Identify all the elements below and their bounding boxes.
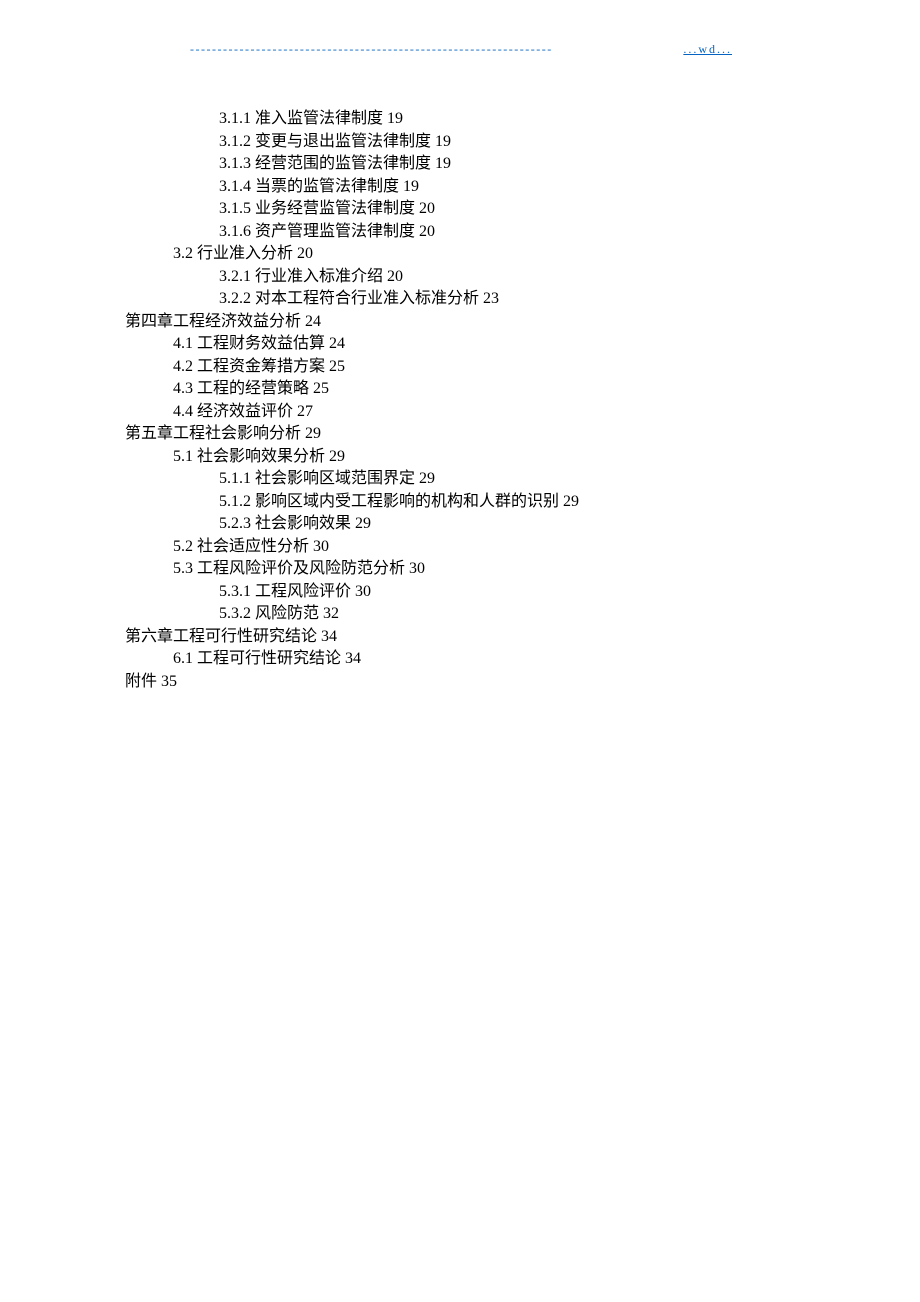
toc-entry: 5.1 社会影响效果分析 29 xyxy=(125,446,579,469)
page-header: ----------------------------------------… xyxy=(190,42,732,57)
toc-entry: 第六章工程可行性研究结论 34 xyxy=(125,626,579,649)
toc-entry: 附件 35 xyxy=(125,671,579,694)
toc-entry: 3.1.4 当票的监管法律制度 19 xyxy=(125,176,579,199)
toc-entry: 3.2 行业准入分析 20 xyxy=(125,243,579,266)
toc-entry: 第五章工程社会影响分析 29 xyxy=(125,423,579,446)
toc-entry: 4.4 经济效益评价 27 xyxy=(125,401,579,424)
toc-entry: 3.1.5 业务经营监管法律制度 20 xyxy=(125,198,579,221)
header-wd-label: ...wd... xyxy=(683,42,732,57)
toc-entry: 4.1 工程财务效益估算 24 xyxy=(125,333,579,356)
toc-entry: 5.1.1 社会影响区域范围界定 29 xyxy=(125,468,579,491)
toc-entry: 3.1.2 变更与退出监管法律制度 19 xyxy=(125,131,579,154)
toc-entry: 5.1.2 影响区域内受工程影响的机构和人群的识别 29 xyxy=(125,491,579,514)
toc-entry: 4.3 工程的经营策略 25 xyxy=(125,378,579,401)
toc-entry: 第四章工程经济效益分析 24 xyxy=(125,311,579,334)
toc-entry: 4.2 工程资金筹措方案 25 xyxy=(125,356,579,379)
toc-entry: 3.1.6 资产管理监管法律制度 20 xyxy=(125,221,579,244)
toc-content: 3.1.1 准入监管法律制度 19 3.1.2 变更与退出监管法律制度 19 3… xyxy=(125,108,579,693)
toc-entry: 5.2 社会适应性分析 30 xyxy=(125,536,579,559)
toc-entry: 5.3.2 风险防范 32 xyxy=(125,603,579,626)
toc-entry: 5.2.3 社会影响效果 29 xyxy=(125,513,579,536)
toc-entry: 6.1 工程可行性研究结论 34 xyxy=(125,648,579,671)
header-dashes: ----------------------------------------… xyxy=(190,42,683,57)
toc-entry: 3.2.1 行业准入标准介绍 20 xyxy=(125,266,579,289)
toc-entry: 5.3.1 工程风险评价 30 xyxy=(125,581,579,604)
toc-entry: 3.1.3 经营范围的监管法律制度 19 xyxy=(125,153,579,176)
toc-entry: 5.3 工程风险评价及风险防范分析 30 xyxy=(125,558,579,581)
toc-entry: 3.1.1 准入监管法律制度 19 xyxy=(125,108,579,131)
toc-entry: 3.2.2 对本工程符合行业准入标准分析 23 xyxy=(125,288,579,311)
